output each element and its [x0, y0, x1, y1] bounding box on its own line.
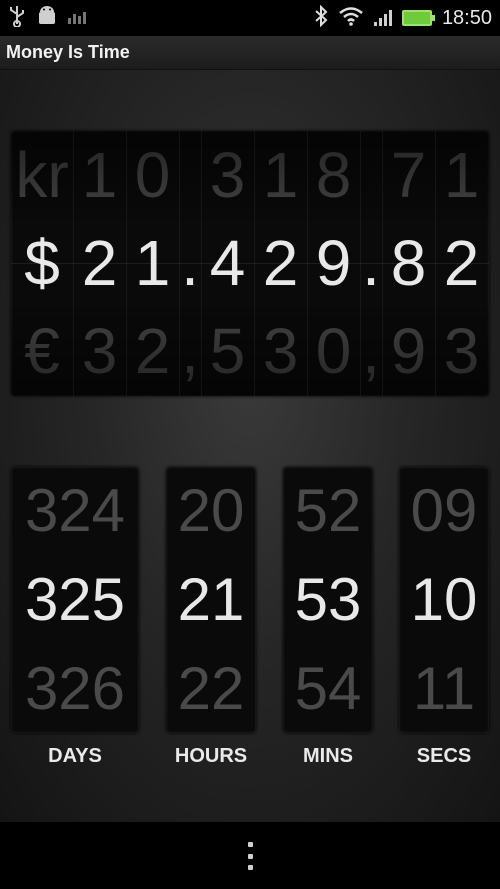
android-debug-icon [36, 5, 58, 31]
column-separator [201, 131, 202, 396]
hours-prev: 20 [177, 477, 245, 544]
hours-counter[interactable]: 20 21 22 [166, 467, 256, 733]
money-digit: 7 [390, 139, 427, 211]
money-digit: 0 [134, 139, 171, 211]
money-separator: , [181, 315, 199, 387]
money-counter-panel[interactable]: kr 1 0 3 1 8 7 1 $ 2 1 . 4 2 9 . 8 2 € 3… [11, 131, 489, 396]
column-separator [307, 131, 308, 396]
hours-next: 22 [177, 655, 245, 722]
money-digit: 3 [81, 315, 118, 387]
bluetooth-icon [314, 4, 328, 31]
secs-prev: 09 [410, 477, 478, 544]
money-digit: 8 [315, 139, 352, 211]
money-row-kroner: kr 1 0 3 1 8 7 1 [11, 131, 489, 219]
days-current: 325 [24, 566, 126, 633]
euro-symbol: € [24, 315, 60, 387]
mins-current: 53 [294, 566, 362, 633]
secs-next: 11 [412, 655, 476, 722]
column-separator [126, 131, 127, 396]
overflow-menu-icon[interactable] [240, 838, 260, 874]
secs-current: 10 [410, 566, 478, 633]
battery-icon [401, 10, 435, 26]
main-area: kr 1 0 3 1 8 7 1 $ 2 1 . 4 2 9 . 8 2 € 3… [0, 70, 500, 822]
column-separator [382, 131, 383, 396]
money-digit: 9 [390, 315, 427, 387]
column-separator [73, 131, 74, 396]
clock: 18:50 [441, 6, 492, 29]
money-digit: 5 [209, 315, 246, 387]
money-digit: 2 [134, 315, 171, 387]
hours-label: HOURS [174, 745, 248, 767]
secs-label: SECS [416, 745, 472, 767]
column-separator [360, 131, 361, 396]
bars-icon [68, 12, 86, 24]
money-digit: 1 [262, 139, 299, 211]
column-separator [179, 131, 180, 396]
mins-label: MINS [303, 745, 353, 767]
mins-next: 54 [294, 655, 362, 722]
secs-counter[interactable]: 09 10 11 [399, 467, 489, 733]
money-digit: 0 [315, 315, 352, 387]
panel-midline [11, 263, 489, 264]
days-label: DAYS [48, 745, 102, 767]
money-digit: 3 [209, 139, 246, 211]
days-next: 326 [24, 655, 126, 722]
usb-icon [8, 5, 26, 31]
wifi-icon [338, 6, 364, 30]
days-counter[interactable]: 324 325 326 [11, 467, 139, 733]
money-digit: 3 [262, 315, 299, 387]
money-digit: 1 [81, 139, 118, 211]
signal-icon [373, 10, 392, 26]
money-digit: 3 [443, 315, 480, 387]
action-bar: Money Is Time [0, 36, 500, 70]
kroner-symbol: kr [15, 139, 69, 211]
bottom-nav-bar [0, 822, 500, 889]
days-prev: 324 [24, 477, 126, 544]
status-bar: 18:50 [0, 0, 500, 36]
money-separator: , [362, 315, 380, 387]
hours-current: 21 [177, 566, 245, 633]
money-digit: 1 [443, 139, 480, 211]
money-row-euro: € 3 2 , 5 3 0 , 9 3 [11, 307, 489, 395]
column-separator [254, 131, 255, 396]
column-separator [435, 131, 436, 396]
mins-prev: 52 [294, 477, 362, 544]
app-title: Money Is Time [6, 42, 130, 62]
mins-counter[interactable]: 52 53 54 [283, 467, 373, 733]
